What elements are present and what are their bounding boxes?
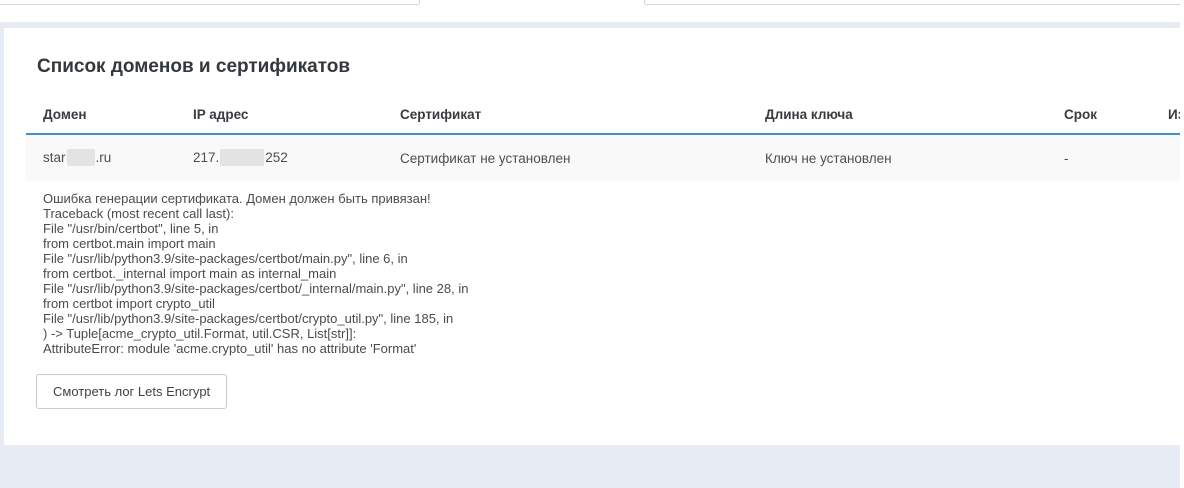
domains-table: Домен IP адрес Сертификат Длина ключа Ср… xyxy=(26,96,1184,181)
cell-key-length: Ключ не установлен xyxy=(748,134,1047,181)
traceback-line: File "/usr/lib/python3.9/site-packages/c… xyxy=(43,251,1184,266)
column-header-term[interactable]: Срок xyxy=(1047,96,1151,134)
tabs-bar xyxy=(0,0,1184,22)
traceback-line: File "/usr/bin/certbot", line 5, in xyxy=(43,221,1184,236)
traceback-line: Traceback (most recent call last): xyxy=(43,206,1184,221)
traceback-line: Ошибка генерации сертификата. Домен долж… xyxy=(43,191,1184,206)
traceback-line: File "/usr/lib/python3.9/site-packages/c… xyxy=(43,281,1184,296)
traceback-line: from certbot._internal import main as in… xyxy=(43,266,1184,281)
domain-prefix: star xyxy=(43,150,66,165)
inactive-tab-right-partial[interactable] xyxy=(644,0,1184,5)
traceback-line: ) -> Tuple[acme_crypto_util.Format, util… xyxy=(43,326,1184,341)
cell-term: - xyxy=(1047,134,1151,181)
domain-suffix: .ru xyxy=(96,150,112,165)
censored-domain-part xyxy=(67,149,95,166)
table-header-row: Домен IP адрес Сертификат Длина ключа Ср… xyxy=(26,96,1184,134)
ip-suffix: 252 xyxy=(265,150,288,165)
traceback-line: from certbot.main import main xyxy=(43,236,1184,251)
page-title: Список доменов и сертификатов xyxy=(37,55,1184,78)
traceback-line: from certbot import crypto_util xyxy=(43,296,1184,311)
traceback-line: File "/usr/lib/python3.9/site-packages/c… xyxy=(43,311,1184,326)
censored-ip-part xyxy=(220,149,264,166)
ip-prefix: 217. xyxy=(193,150,219,165)
cell-ip: 217. 252 xyxy=(176,134,383,181)
scrollbar-track[interactable] xyxy=(1180,0,1184,488)
cell-domain: star .ru xyxy=(26,134,176,181)
content-card: Список доменов и сертификатов Домен IP а… xyxy=(4,28,1184,445)
cell-certificate: Сертификат не установлен xyxy=(383,134,748,181)
column-header-key-length[interactable]: Длина ключа xyxy=(748,96,1047,134)
column-header-ip[interactable]: IP адрес xyxy=(176,96,383,134)
inactive-tab-left-partial[interactable] xyxy=(0,0,420,5)
error-traceback: Ошибка генерации сертификата. Домен долж… xyxy=(43,191,1184,356)
view-log-button[interactable]: Смотреть лог Lets Encrypt xyxy=(36,374,227,409)
column-header-domain[interactable]: Домен xyxy=(26,96,176,134)
table-row[interactable]: star .ru 217. 252 Сертификат не установлен… xyxy=(26,134,1184,181)
traceback-line: AttributeError: module 'acme.crypto_util… xyxy=(43,341,1184,356)
column-header-certificate[interactable]: Сертификат xyxy=(383,96,748,134)
